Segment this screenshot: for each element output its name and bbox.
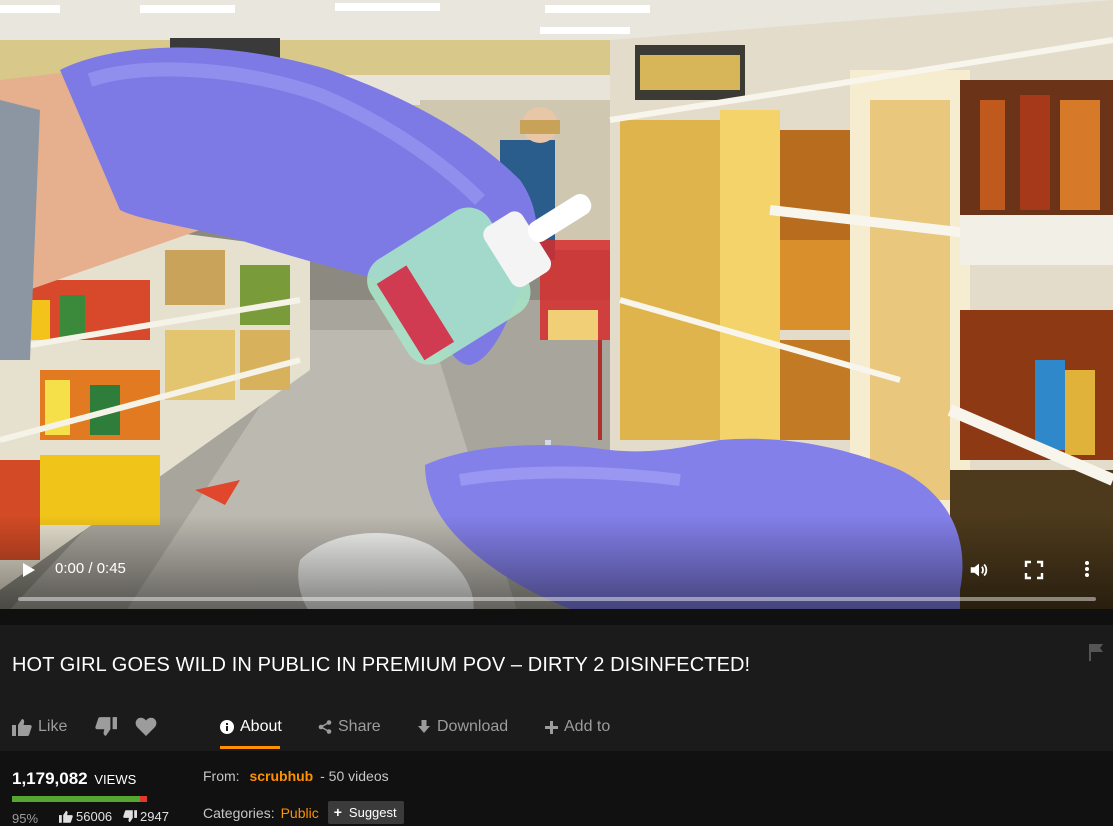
like-label: Like	[38, 718, 68, 735]
tab-about[interactable]: About	[220, 705, 282, 749]
rating-percent: 95%	[12, 811, 39, 826]
volume-icon[interactable]	[968, 559, 990, 581]
from-label: From:	[203, 768, 240, 784]
tab-share-label: Share	[338, 718, 381, 735]
tab-download-label: Download	[437, 718, 509, 735]
dislike-count-value: 2947	[140, 809, 169, 824]
rating-bar	[12, 796, 147, 802]
more-options-icon[interactable]	[1078, 558, 1096, 580]
thumbs-up-icon	[12, 719, 32, 736]
like-count-value: 56006	[76, 809, 113, 824]
dislike-button[interactable]	[95, 705, 123, 749]
thumbs-up-icon	[59, 810, 73, 823]
tab-add-to[interactable]: Add to	[545, 705, 610, 749]
plus-icon	[545, 720, 558, 734]
fullscreen-icon[interactable]	[1024, 560, 1044, 580]
like-button[interactable]: Like	[12, 705, 67, 749]
channel-video-count: - 50 videos	[320, 768, 389, 784]
views-count: 1,179,082 VIEWS	[12, 769, 136, 789]
from-row: From: scrubhub - 50 videos	[203, 768, 389, 784]
title-bar: HOT GIRL GOES WILD IN PUBLIC IN PREMIUM …	[0, 625, 1113, 705]
video-player[interactable]: 0:00 / 0:45	[0, 0, 1113, 625]
channel-link[interactable]: scrubhub	[249, 768, 313, 784]
tab-about-label: About	[240, 718, 282, 735]
views-number: 1,179,082	[12, 769, 88, 788]
player-bottom-strip	[0, 609, 1113, 625]
share-icon	[318, 720, 332, 734]
suggest-button[interactable]: + Suggest	[327, 801, 404, 824]
dislike-count: 2947	[123, 809, 169, 824]
time-display: 0:00 / 0:45	[55, 560, 126, 577]
heart-icon	[135, 717, 157, 736]
info-area: 1,179,082 VIEWS 95% 56006 2947 From: scr…	[0, 751, 1113, 826]
thumbs-down-icon	[95, 717, 117, 736]
flag-icon[interactable]	[1088, 643, 1104, 661]
plus-icon: +	[333, 804, 342, 820]
categories-row: Categories: Public + Suggest	[203, 801, 404, 824]
progress-bar[interactable]	[18, 597, 1096, 601]
tab-share[interactable]: Share	[318, 705, 381, 749]
favorite-button[interactable]	[135, 705, 163, 749]
suggest-label: Suggest	[348, 804, 397, 820]
action-row: Like About Share Download Add to	[0, 705, 1113, 751]
categories-label: Categories:	[203, 804, 275, 821]
video-title: HOT GIRL GOES WILD IN PUBLIC IN PREMIUM …	[12, 654, 751, 676]
active-tab-indicator	[220, 746, 280, 749]
thumbs-down-icon	[123, 810, 137, 823]
info-icon	[220, 720, 234, 734]
like-count: 56006	[59, 809, 112, 824]
views-label: VIEWS	[94, 772, 137, 787]
category-link[interactable]: Public	[281, 805, 319, 821]
play-icon[interactable]	[19, 561, 37, 579]
rating-fill	[12, 796, 141, 802]
tab-download[interactable]: Download	[417, 705, 508, 749]
tab-add-to-label: Add to	[564, 718, 611, 735]
download-icon	[418, 720, 430, 733]
